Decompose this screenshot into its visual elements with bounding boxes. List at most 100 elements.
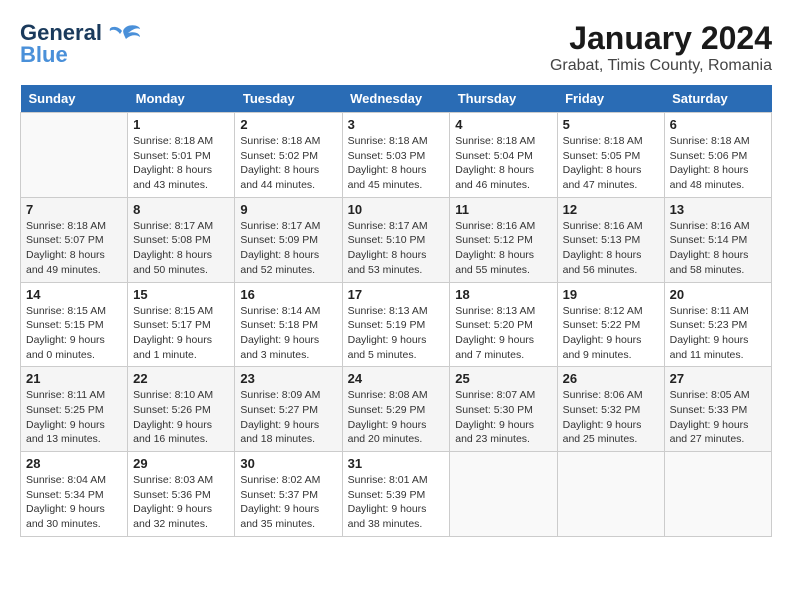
day-info: Sunrise: 8:16 AM Sunset: 5:13 PM Dayligh… [563,219,659,278]
calendar-table: SundayMondayTuesdayWednesdayThursdayFrid… [20,85,772,537]
day-info: Sunrise: 8:03 AM Sunset: 5:36 PM Dayligh… [133,473,229,532]
day-number: 28 [26,456,122,471]
calendar-week-4: 21 Sunrise: 8:11 AM Sunset: 5:25 PM Dayli… [21,367,772,452]
header-row: SundayMondayTuesdayWednesdayThursdayFrid… [21,85,772,113]
header-cell-wednesday: Wednesday [342,85,450,113]
day-number: 8 [133,202,229,217]
day-number: 15 [133,287,229,302]
calendar-cell: 8Sunrise: 8:17 AM Sunset: 5:08 PM Daylig… [128,197,235,282]
day-number: 30 [240,456,336,471]
day-number: 7 [26,202,122,217]
day-number: 23 [240,371,336,386]
day-info: Sunrise: 8:05 AM Sunset: 5:33 PM Dayligh… [670,388,766,447]
day-info: Sunrise: 8:10 AM Sunset: 5:26 PM Dayligh… [133,388,229,447]
day-info: Sunrise: 8:15 AM Sunset: 5:15 PM Dayligh… [26,304,122,363]
calendar-cell: 23 Sunrise: 8:09 AM Sunset: 5:27 PM Dayli… [235,367,342,452]
day-number: 20 [670,287,766,302]
day-number: 13 [670,202,766,217]
header-cell-thursday: Thursday [450,85,557,113]
calendar-week-1: 1 Sunrise: 8:18 AM Sunset: 5:01 PM Daylig… [21,113,772,198]
header-cell-sunday: Sunday [21,85,128,113]
calendar-cell: 17 Sunrise: 8:13 AM Sunset: 5:19 PM Dayli… [342,282,450,367]
calendar-cell: 13Sunrise: 8:16 AM Sunset: 5:14 PM Dayli… [664,197,771,282]
title-block: January 2024 Grabat, Timis County, Roman… [550,20,772,75]
day-number: 25 [455,371,551,386]
day-info: Sunrise: 8:18 AM Sunset: 5:04 PM Dayligh… [455,134,551,193]
day-info: Sunrise: 8:17 AM Sunset: 5:10 PM Dayligh… [348,219,445,278]
day-info: Sunrise: 8:04 AM Sunset: 5:34 PM Dayligh… [26,473,122,532]
header-cell-friday: Friday [557,85,664,113]
day-number: 12 [563,202,659,217]
header-cell-saturday: Saturday [664,85,771,113]
page-header: General Blue January 2024 Grabat, Timis … [20,20,772,75]
calendar-cell: 19Sunrise: 8:12 AM Sunset: 5:22 PM Dayli… [557,282,664,367]
day-number: 18 [455,287,551,302]
day-info: Sunrise: 8:01 AM Sunset: 5:39 PM Dayligh… [348,473,445,532]
day-number: 4 [455,117,551,132]
calendar-cell: 11Sunrise: 8:16 AM Sunset: 5:12 PM Dayli… [450,197,557,282]
day-info: Sunrise: 8:13 AM Sunset: 5:20 PM Dayligh… [455,304,551,363]
calendar-header: SundayMondayTuesdayWednesdayThursdayFrid… [21,85,772,113]
day-number: 6 [670,117,766,132]
day-number: 27 [670,371,766,386]
calendar-cell: 12 Sunrise: 8:16 AM Sunset: 5:13 PM Dayli… [557,197,664,282]
day-info: Sunrise: 8:18 AM Sunset: 5:06 PM Dayligh… [670,134,766,193]
day-info: Sunrise: 8:18 AM Sunset: 5:03 PM Dayligh… [348,134,445,193]
calendar-cell: 5 Sunrise: 8:18 AM Sunset: 5:05 PM Daylig… [557,113,664,198]
calendar-body: 1 Sunrise: 8:18 AM Sunset: 5:01 PM Daylig… [21,113,772,537]
day-info: Sunrise: 8:09 AM Sunset: 5:27 PM Dayligh… [240,388,336,447]
day-info: Sunrise: 8:13 AM Sunset: 5:19 PM Dayligh… [348,304,445,363]
calendar-cell: 30 Sunrise: 8:02 AM Sunset: 5:37 PM Dayli… [235,452,342,537]
day-number: 26 [563,371,659,386]
calendar-cell: 20 Sunrise: 8:11 AM Sunset: 5:23 PM Dayli… [664,282,771,367]
day-number: 16 [240,287,336,302]
day-info: Sunrise: 8:15 AM Sunset: 5:17 PM Dayligh… [133,304,229,363]
calendar-cell: 10 Sunrise: 8:17 AM Sunset: 5:10 PM Dayli… [342,197,450,282]
day-info: Sunrise: 8:14 AM Sunset: 5:18 PM Dayligh… [240,304,336,363]
calendar-cell: 27 Sunrise: 8:05 AM Sunset: 5:33 PM Dayli… [664,367,771,452]
day-number: 19 [563,287,659,302]
calendar-cell: 1 Sunrise: 8:18 AM Sunset: 5:01 PM Daylig… [128,113,235,198]
logo-bird-icon [106,21,142,45]
calendar-cell: 26 Sunrise: 8:06 AM Sunset: 5:32 PM Dayli… [557,367,664,452]
day-number: 17 [348,287,445,302]
day-number: 1 [133,117,229,132]
day-number: 31 [348,456,445,471]
calendar-week-3: 14 Sunrise: 8:15 AM Sunset: 5:15 PM Dayli… [21,282,772,367]
day-info: Sunrise: 8:18 AM Sunset: 5:05 PM Dayligh… [563,134,659,193]
header-cell-monday: Monday [128,85,235,113]
calendar-cell: 3Sunrise: 8:18 AM Sunset: 5:03 PM Daylig… [342,113,450,198]
calendar-cell [664,452,771,537]
day-info: Sunrise: 8:08 AM Sunset: 5:29 PM Dayligh… [348,388,445,447]
logo: General Blue [20,20,142,68]
calendar-cell: 29Sunrise: 8:03 AM Sunset: 5:36 PM Dayli… [128,452,235,537]
calendar-cell: 6 Sunrise: 8:18 AM Sunset: 5:06 PM Daylig… [664,113,771,198]
day-info: Sunrise: 8:06 AM Sunset: 5:32 PM Dayligh… [563,388,659,447]
header-cell-tuesday: Tuesday [235,85,342,113]
calendar-week-2: 7 Sunrise: 8:18 AM Sunset: 5:07 PM Daylig… [21,197,772,282]
day-info: Sunrise: 8:07 AM Sunset: 5:30 PM Dayligh… [455,388,551,447]
calendar-cell: 25 Sunrise: 8:07 AM Sunset: 5:30 PM Dayli… [450,367,557,452]
day-number: 9 [240,202,336,217]
day-info: Sunrise: 8:18 AM Sunset: 5:07 PM Dayligh… [26,219,122,278]
day-number: 2 [240,117,336,132]
calendar-cell: 2Sunrise: 8:18 AM Sunset: 5:02 PM Daylig… [235,113,342,198]
day-info: Sunrise: 8:02 AM Sunset: 5:37 PM Dayligh… [240,473,336,532]
calendar-cell: 16 Sunrise: 8:14 AM Sunset: 5:18 PM Dayli… [235,282,342,367]
day-number: 11 [455,202,551,217]
day-number: 5 [563,117,659,132]
day-number: 14 [26,287,122,302]
calendar-cell [557,452,664,537]
page-title: January 2024 [550,20,772,57]
day-number: 10 [348,202,445,217]
day-info: Sunrise: 8:11 AM Sunset: 5:23 PM Dayligh… [670,304,766,363]
day-number: 22 [133,371,229,386]
calendar-cell: 18 Sunrise: 8:13 AM Sunset: 5:20 PM Dayli… [450,282,557,367]
day-number: 24 [348,371,445,386]
calendar-cell: 15 Sunrise: 8:15 AM Sunset: 5:17 PM Dayli… [128,282,235,367]
page-subtitle: Grabat, Timis County, Romania [550,57,772,75]
day-info: Sunrise: 8:11 AM Sunset: 5:25 PM Dayligh… [26,388,122,447]
day-info: Sunrise: 8:18 AM Sunset: 5:01 PM Dayligh… [133,134,229,193]
day-number: 21 [26,371,122,386]
calendar-cell: 31 Sunrise: 8:01 AM Sunset: 5:39 PM Dayli… [342,452,450,537]
